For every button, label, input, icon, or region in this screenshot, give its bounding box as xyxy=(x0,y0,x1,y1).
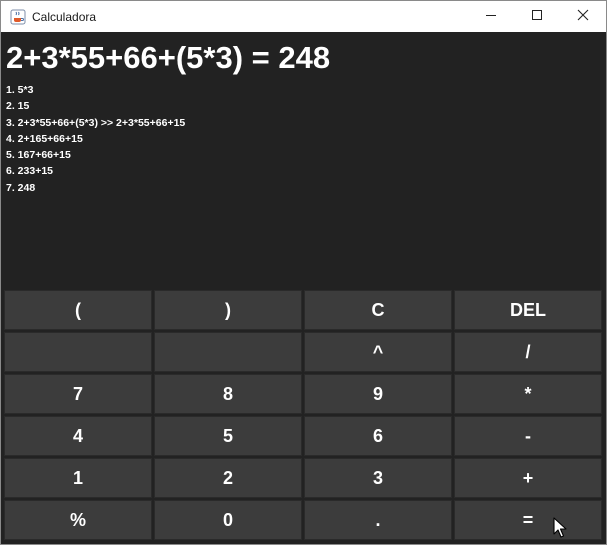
subtract-button[interactable]: - xyxy=(454,416,602,456)
step-item: 5. 167+66+15 xyxy=(6,149,71,162)
add-button[interactable]: + xyxy=(454,458,602,498)
window-title: Calculadora xyxy=(32,9,97,24)
digit-3-button[interactable]: 3 xyxy=(304,458,452,498)
digit-8-button[interactable]: 8 xyxy=(154,374,302,414)
calculator-display: 2+3*55+66+(5*3) = 248 1. 5*3 2. 15 3. 2+… xyxy=(1,32,606,288)
decimal-button[interactable]: . xyxy=(304,500,452,540)
digit-0-button[interactable]: 0 xyxy=(154,500,302,540)
blank-button-1[interactable] xyxy=(4,332,152,372)
close-button[interactable] xyxy=(560,1,606,32)
title-bar[interactable]: Calculadora xyxy=(1,1,606,32)
step-item: 4. 2+165+66+15 xyxy=(6,132,83,145)
digit-6-button[interactable]: 6 xyxy=(304,416,452,456)
open-paren-button[interactable]: ( xyxy=(4,290,152,330)
digit-1-button[interactable]: 1 xyxy=(4,458,152,498)
clear-button[interactable]: C xyxy=(304,290,452,330)
digit-9-button[interactable]: 9 xyxy=(304,374,452,414)
digit-2-button[interactable]: 2 xyxy=(154,458,302,498)
step-item: 3. 2+3*55+66+(5*3) >> 2+3*55+66+15 xyxy=(6,116,186,129)
percent-button[interactable]: % xyxy=(4,500,152,540)
calculator-window: Calculadora 2+3*55+66+(5*3) = 248 1. 5 *3… xyxy=(0,0,607,545)
close-icon xyxy=(577,8,589,26)
keypad: ( ) C DEL ^ / 7 8 9 * 4 5 6 - 1 2 3 + % … xyxy=(4,290,606,544)
step-item: 1. 5*3 xyxy=(6,84,34,96)
digit-7-button[interactable]: 7 xyxy=(4,374,152,414)
multiply-button[interactable]: * xyxy=(454,374,602,414)
close-paren-button[interactable]: ) xyxy=(154,290,302,330)
minimize-icon xyxy=(485,8,497,26)
expression-result: 2+3*55+66+(5*3) = 248 xyxy=(6,40,331,75)
calculation-steps: 1. 5*3 2. 15 3. 2+3*55+66+(5*3) >> 2+3*5… xyxy=(6,82,185,196)
divide-button[interactable]: / xyxy=(454,332,602,372)
maximize-icon xyxy=(531,8,543,26)
java-cup-icon xyxy=(10,9,26,25)
power-button[interactable]: ^ xyxy=(304,332,452,372)
step-item: 7. 248 xyxy=(6,181,36,194)
minimize-button[interactable] xyxy=(468,1,514,32)
step-item: 2. 15 xyxy=(6,100,30,113)
blank-button-2[interactable] xyxy=(154,332,302,372)
window-controls xyxy=(468,1,606,32)
digit-4-button[interactable]: 4 xyxy=(4,416,152,456)
digit-5-button[interactable]: 5 xyxy=(154,416,302,456)
equals-button[interactable]: = xyxy=(454,500,602,540)
maximize-button[interactable] xyxy=(514,1,560,32)
step-item: 6. 233+15 xyxy=(6,165,54,178)
delete-button[interactable]: DEL xyxy=(454,290,602,330)
